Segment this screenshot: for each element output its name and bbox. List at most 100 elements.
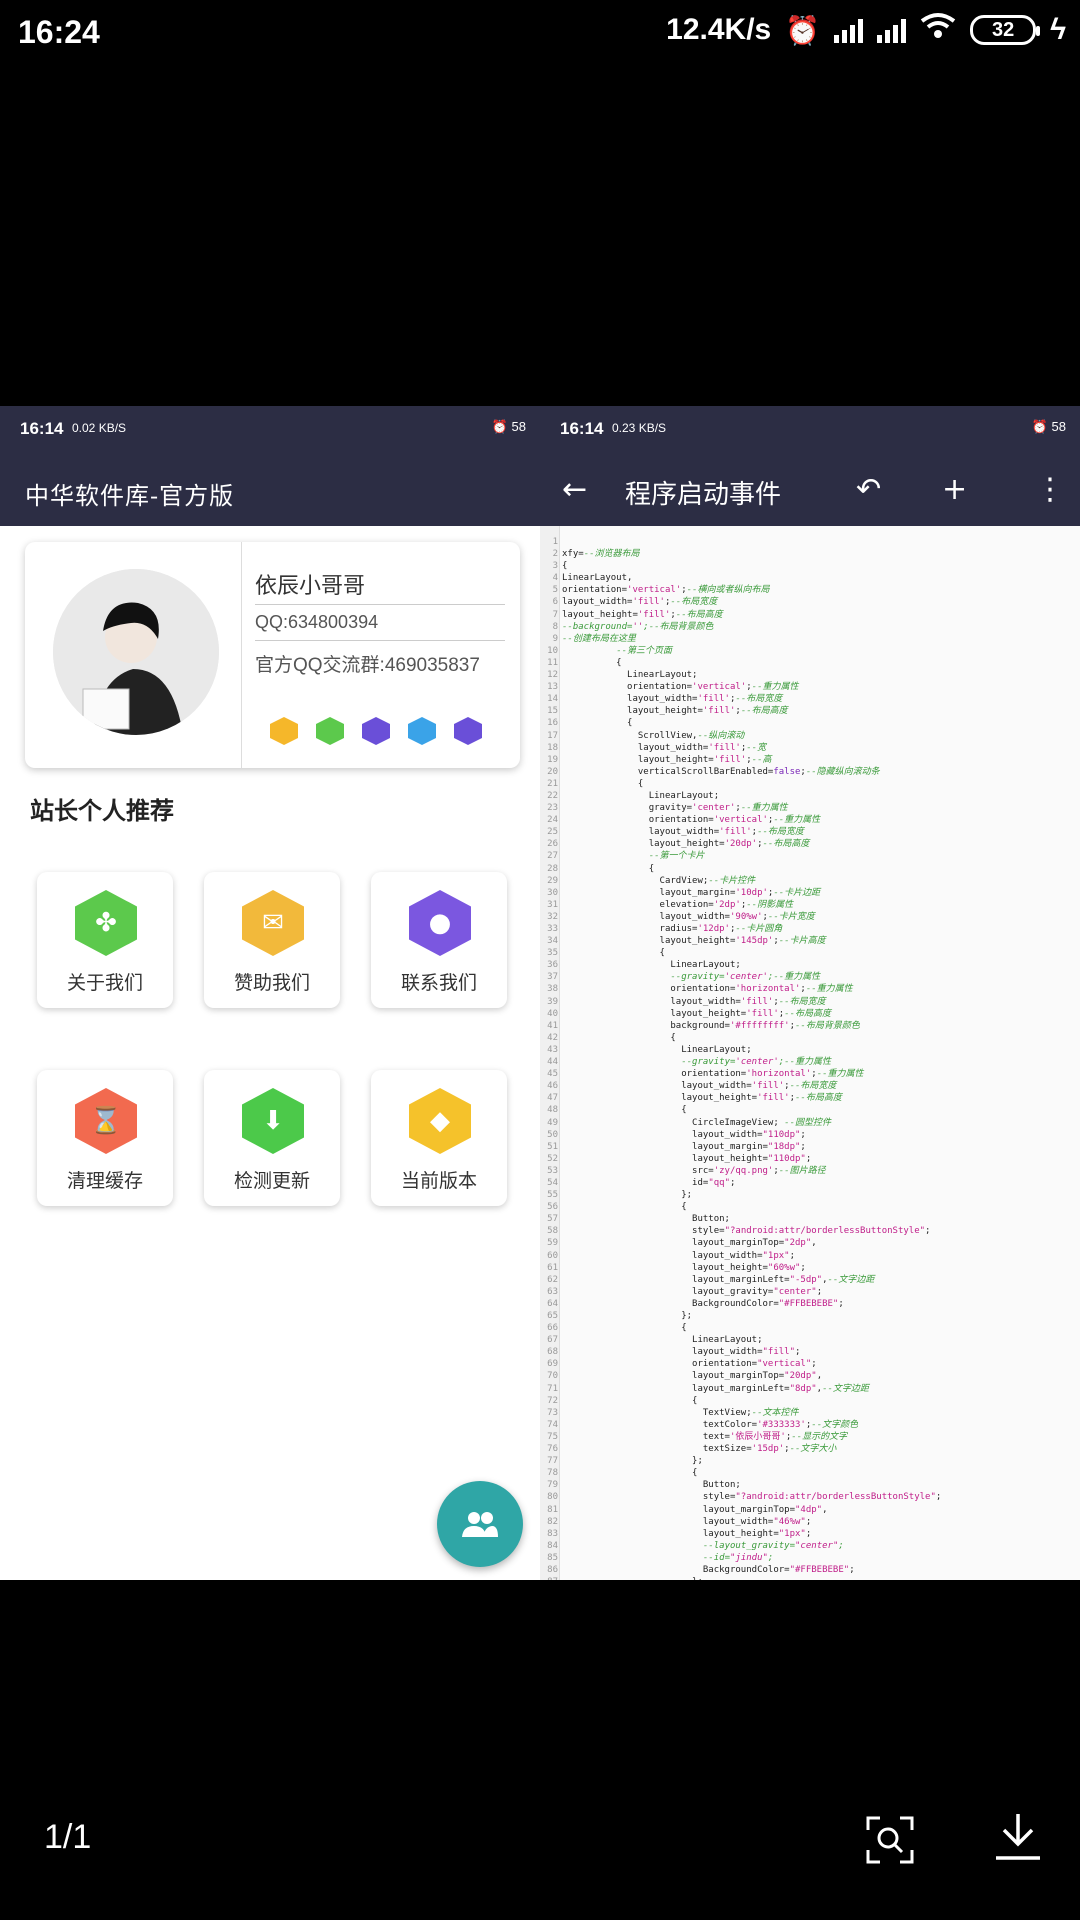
- code-editor[interactable]: 1 2 xfy=--浏览器布局 3{4 LinearLayout, 5 orientatio…: [540, 526, 1080, 1580]
- page-counter: 1/1: [44, 1818, 92, 1856]
- code-line: 61 layout_height="60%w";: [547, 1262, 806, 1273]
- badge-android-icon[interactable]: [316, 717, 344, 745]
- code-line: 76 textSize='15dp';--文字大小: [547, 1444, 837, 1455]
- tile-current-version[interactable]: ◆ 当前版本: [371, 1070, 507, 1206]
- code-line: 27 --第一个卡片: [547, 851, 705, 862]
- code-line: 82 layout_width="46%w";: [547, 1516, 812, 1527]
- code-line: 15 layout_height='fill';--布局高度: [547, 706, 788, 717]
- code-line: 6 layout_width='fill';--布局宽度: [552, 597, 718, 608]
- code-line: 86 BackgroundColor="#FFBEBEBE";: [547, 1564, 855, 1575]
- tile-label: 当前版本: [400, 1170, 477, 1192]
- tile-about-us[interactable]: ✤ 关于我们: [37, 872, 173, 1008]
- code-line: 31 elevation='2dp';--阴影属性: [547, 899, 794, 910]
- code-line: 35 {: [547, 948, 665, 959]
- code-line: 56 {: [547, 1202, 687, 1213]
- code-line: 8 --background='';--布局背景颜色: [552, 621, 714, 632]
- code-line: 59 layout_marginTop="2dp",: [547, 1238, 817, 1249]
- tile-label: 赞助我们: [233, 972, 310, 994]
- tile-clear-cache[interactable]: ⌛ 清理缓存: [37, 1070, 173, 1206]
- left-status-bar: 16:14 0.02 KB/S ⏰ 58: [0, 406, 540, 456]
- tile-label: 联系我们: [400, 972, 477, 994]
- code-lines: 1 2 xfy=--浏览器布局 3{4 LinearLayout, 5 orientatio…: [540, 536, 1080, 1580]
- left-status-net: 0.02 KB/S: [72, 421, 127, 435]
- code-line: 17 ScrollView,--纵向滚动: [547, 730, 745, 741]
- code-line: 55 };: [547, 1190, 693, 1201]
- code-line: 49 CircleImageView; --圆型控件: [547, 1117, 832, 1128]
- code-line: 53 src='zy/qq.png';--图片路径: [547, 1165, 826, 1176]
- code-line: 60 layout_width="1px";: [547, 1250, 795, 1261]
- code-line: 83 layout_height="1px";: [547, 1528, 812, 1539]
- code-line: 22 LinearLayout;: [547, 790, 720, 801]
- profile-card[interactable]: 依辰小哥哥 QQ:634800394 官方QQ交流群:469035837: [25, 542, 520, 768]
- code-line: 23 gravity='center';--重力属性: [547, 803, 788, 814]
- more-icon[interactable]: ⋮: [1035, 472, 1065, 507]
- badge-moon-icon[interactable]: [454, 717, 482, 745]
- profile-badges: [270, 717, 482, 745]
- code-line: 57 Button;: [547, 1214, 730, 1225]
- divider: [255, 604, 505, 605]
- code-line: 40 layout_height='fill';--布局高度: [547, 1008, 832, 1019]
- tile-label: 关于我们: [66, 972, 143, 994]
- diamond-icon: ◆: [409, 1088, 471, 1154]
- code-line: 1: [552, 537, 558, 547]
- code-line: 13 orientation='vertical';--重力属性: [547, 682, 799, 693]
- code-line: 51 layout_margin="18dp";: [547, 1141, 806, 1152]
- code-line: 14 layout_width='fill';--布局宽度: [547, 694, 783, 705]
- code-line: 38 orientation='horizontal';--重力属性: [547, 984, 853, 995]
- download-icon: [996, 1814, 1040, 1860]
- back-arrow-icon[interactable]: ←: [562, 472, 587, 507]
- code-line: 20 verticalScrollBarEnabled=false;--隐藏纵向…: [547, 766, 880, 777]
- outer-status-bar: 16:24 12.4K/s ⏰ 32 ϟ: [0, 0, 1080, 70]
- code-line: 47 layout_height='fill';--布局高度: [547, 1093, 842, 1104]
- code-line: 87 };: [540, 1576, 1080, 1580]
- group-fab-button[interactable]: [437, 1481, 523, 1567]
- code-line: 54 id="qq";: [547, 1177, 736, 1188]
- signal-icon: [877, 17, 907, 43]
- undo-icon[interactable]: ↶: [856, 472, 881, 507]
- download-button[interactable]: [992, 1810, 1044, 1866]
- charging-icon: ϟ: [1050, 13, 1066, 46]
- code-line: 10 --第三个页面: [547, 645, 673, 656]
- code-line: 70 layout_marginTop="20dp",: [547, 1371, 823, 1382]
- code-line: 18 layout_width='fill';--宽: [547, 742, 767, 753]
- code-line: 21 {: [547, 778, 644, 789]
- tile-sponsor-us[interactable]: ✉ 赞助我们: [204, 872, 340, 1008]
- badge-diamond-icon[interactable]: [270, 717, 298, 745]
- code-line: 33 radius='12dp';--卡片圆角: [547, 924, 783, 934]
- battery-icon: 32: [970, 15, 1041, 45]
- code-line: 9 --创建布局在这里: [552, 633, 636, 644]
- code-line: 72 {: [547, 1395, 698, 1406]
- code-line: 34 layout_height='145dp';--卡片高度: [547, 936, 826, 947]
- code-line: 26 layout_height='20dp';--布局高度: [547, 839, 810, 850]
- badge-sun-icon[interactable]: [408, 717, 436, 745]
- screenshot-image: 16:14 0.02 KB/S ⏰ 58 中华软件库-官方版 依辰小哥哥 QQ:…: [0, 406, 1080, 1580]
- code-line: 71 layout_marginLeft="8dp",--文字边距: [547, 1383, 869, 1394]
- left-app-screen: 16:14 0.02 KB/S ⏰ 58 中华软件库-官方版 依辰小哥哥 QQ:…: [0, 406, 540, 1580]
- badge-play-icon[interactable]: [362, 717, 390, 745]
- right-battery-level: 58: [1051, 419, 1066, 434]
- tile-check-update[interactable]: ⬇ 检测更新: [204, 1070, 340, 1206]
- tile-label: 清理缓存: [66, 1170, 143, 1192]
- code-line: 64 BackgroundColor="#FFBEBEBE";: [547, 1298, 844, 1309]
- code-line: 4 LinearLayout,: [552, 573, 633, 584]
- code-line: 32 layout_width='90%w';--卡片宽度: [547, 911, 815, 922]
- right-app-title: 程序启动事件: [625, 480, 782, 510]
- net-speed: 12.4K/s: [666, 13, 772, 46]
- code-line: 75 text='依辰小哥哥';--显示的文字: [547, 1431, 848, 1442]
- avatar[interactable]: [53, 569, 219, 735]
- code-line: 28 {: [547, 863, 655, 874]
- code-line: 74 textColor='#333333';--文字颜色: [547, 1419, 859, 1430]
- add-icon[interactable]: +: [942, 472, 967, 507]
- code-line: 16 {: [547, 718, 633, 729]
- code-line: 46 layout_width='fill';--布局宽度: [547, 1081, 837, 1092]
- divider: [255, 640, 505, 641]
- download-icon: ⬇: [242, 1088, 304, 1154]
- code-line: 36 LinearLayout;: [547, 960, 741, 971]
- person-icon: ●: [409, 890, 471, 956]
- hourglass-icon: ⌛: [75, 1088, 137, 1154]
- tile-contact-us[interactable]: ● 联系我们: [371, 872, 507, 1008]
- image-search-button[interactable]: [866, 1816, 914, 1864]
- code-line: 67 LinearLayout;: [547, 1335, 763, 1346]
- scan-search-icon: [866, 1816, 914, 1864]
- tile-label: 检测更新: [233, 1170, 310, 1192]
